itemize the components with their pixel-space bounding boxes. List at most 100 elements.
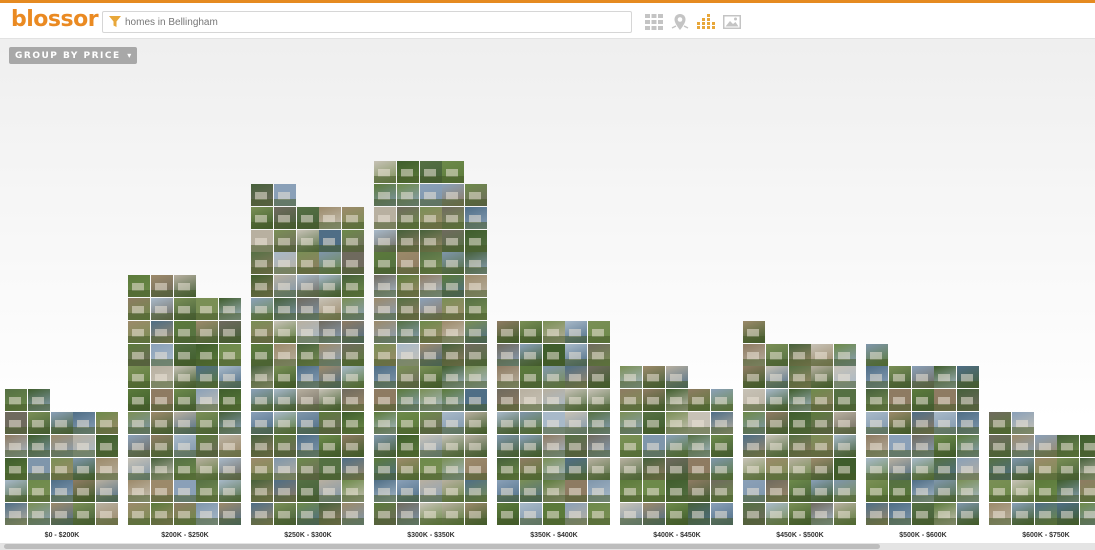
listing-photo-tile[interactable] <box>834 503 857 526</box>
listing-photo-tile[interactable] <box>251 320 273 343</box>
listing-photo-tile[interactable] <box>150 343 173 366</box>
listing-photo-tile[interactable] <box>374 412 396 434</box>
listing-photo-tile[interactable] <box>319 389 342 412</box>
listing-photo-tile[interactable] <box>465 457 488 480</box>
listing-photo-tile[interactable] <box>888 434 911 457</box>
listing-photo-tile[interactable] <box>834 343 857 366</box>
listing-photo-tile[interactable] <box>519 457 542 480</box>
listing-photo-tile[interactable] <box>27 389 50 412</box>
listing-photo-tile[interactable] <box>442 252 465 275</box>
listing-photo-tile[interactable] <box>419 412 442 434</box>
listing-photo-tile[interactable] <box>273 275 296 298</box>
listing-photo-tile[interactable] <box>319 434 342 457</box>
listing-photo-tile[interactable] <box>665 366 688 389</box>
listing-photo-tile[interactable] <box>1057 457 1080 480</box>
listing-photo-tile[interactable] <box>374 206 396 229</box>
listing-photo-tile[interactable] <box>642 434 665 457</box>
listing-photo-tile[interactable] <box>765 412 788 434</box>
listing-photo-tile[interactable] <box>519 366 542 389</box>
listing-photo-tile[interactable] <box>96 412 119 434</box>
listing-photo-tile[interactable] <box>128 434 150 457</box>
listing-photo-tile[interactable] <box>519 343 542 366</box>
listing-photo-tile[interactable] <box>911 480 934 503</box>
listing-photo-tile[interactable] <box>150 275 173 298</box>
listing-photo-tile[interactable] <box>50 457 73 480</box>
listing-photo-tile[interactable] <box>442 412 465 434</box>
listing-photo-tile[interactable] <box>866 412 888 434</box>
listing-photo-tile[interactable] <box>342 298 365 320</box>
listing-photo-tile[interactable] <box>788 480 811 503</box>
listing-photo-tile[interactable] <box>173 366 196 389</box>
listing-photo-tile[interactable] <box>319 298 342 320</box>
listing-photo-tile[interactable] <box>565 434 588 457</box>
listing-photo-tile[interactable] <box>688 412 711 434</box>
listing-photo-tile[interactable] <box>319 275 342 298</box>
listing-photo-tile[interactable] <box>565 480 588 503</box>
listing-photo-tile[interactable] <box>811 434 834 457</box>
listing-photo-tile[interactable] <box>811 412 834 434</box>
listing-photo-tile[interactable] <box>497 480 519 503</box>
listing-photo-tile[interactable] <box>273 298 296 320</box>
listing-photo-tile[interactable] <box>319 457 342 480</box>
listing-photo-tile[interactable] <box>743 503 765 526</box>
listing-photo-tile[interactable] <box>219 343 242 366</box>
listing-photo-tile[interactable] <box>251 412 273 434</box>
listing-photo-tile[interactable] <box>465 298 488 320</box>
listing-photo-tile[interactable] <box>788 503 811 526</box>
listing-photo-tile[interactable] <box>765 434 788 457</box>
listing-photo-tile[interactable] <box>519 434 542 457</box>
listing-photo-tile[interactable] <box>620 366 642 389</box>
listing-photo-tile[interactable] <box>219 298 242 320</box>
listing-photo-tile[interactable] <box>150 320 173 343</box>
listing-photo-tile[interactable] <box>296 298 319 320</box>
listing-photo-tile[interactable] <box>866 343 888 366</box>
listing-photo-tile[interactable] <box>374 343 396 366</box>
listing-photo-tile[interactable] <box>866 434 888 457</box>
listing-photo-tile[interactable] <box>419 275 442 298</box>
listing-photo-tile[interactable] <box>788 412 811 434</box>
listing-photo-tile[interactable] <box>834 412 857 434</box>
listing-photo-tile[interactable] <box>1080 503 1095 526</box>
listing-photo-tile[interactable] <box>588 503 611 526</box>
listing-photo-tile[interactable] <box>296 229 319 252</box>
listing-photo-tile[interactable] <box>519 320 542 343</box>
listing-photo-tile[interactable] <box>542 412 565 434</box>
listing-photo-tile[interactable] <box>173 320 196 343</box>
listing-photo-tile[interactable] <box>642 412 665 434</box>
listing-photo-tile[interactable] <box>219 480 242 503</box>
listing-photo-tile[interactable] <box>442 229 465 252</box>
listing-photo-tile[interactable] <box>765 343 788 366</box>
listing-photo-tile[interactable] <box>642 503 665 526</box>
listing-photo-tile[interactable] <box>419 161 442 184</box>
listing-photo-tile[interactable] <box>319 503 342 526</box>
listing-photo-tile[interactable] <box>273 457 296 480</box>
listing-photo-tile[interactable] <box>342 503 365 526</box>
listing-photo-tile[interactable] <box>374 434 396 457</box>
search-input[interactable] <box>125 13 625 31</box>
listing-photo-tile[interactable] <box>273 480 296 503</box>
listing-photo-tile[interactable] <box>519 503 542 526</box>
listing-photo-tile[interactable] <box>743 480 765 503</box>
listing-photo-tile[interactable] <box>296 366 319 389</box>
listing-photo-tile[interactable] <box>834 366 857 389</box>
listing-photo-tile[interactable] <box>688 457 711 480</box>
listing-photo-tile[interactable] <box>251 298 273 320</box>
listing-photo-tile[interactable] <box>319 252 342 275</box>
listing-photo-tile[interactable] <box>319 343 342 366</box>
listing-photo-tile[interactable] <box>765 457 788 480</box>
listing-photo-tile[interactable] <box>1034 503 1057 526</box>
listing-photo-tile[interactable] <box>620 503 642 526</box>
listing-photo-tile[interactable] <box>834 389 857 412</box>
listing-photo-tile[interactable] <box>542 343 565 366</box>
listing-photo-tile[interactable] <box>396 480 419 503</box>
listing-photo-tile[interactable] <box>465 389 488 412</box>
listing-photo-tile[interactable] <box>934 480 957 503</box>
listing-photo-tile[interactable] <box>1034 434 1057 457</box>
listing-photo-tile[interactable] <box>711 412 734 434</box>
listing-photo-tile[interactable] <box>1011 434 1034 457</box>
listing-photo-tile[interactable] <box>128 503 150 526</box>
listing-photo-tile[interactable] <box>219 320 242 343</box>
listing-photo-tile[interactable] <box>688 480 711 503</box>
listing-photo-tile[interactable] <box>542 457 565 480</box>
listing-photo-tile[interactable] <box>811 503 834 526</box>
